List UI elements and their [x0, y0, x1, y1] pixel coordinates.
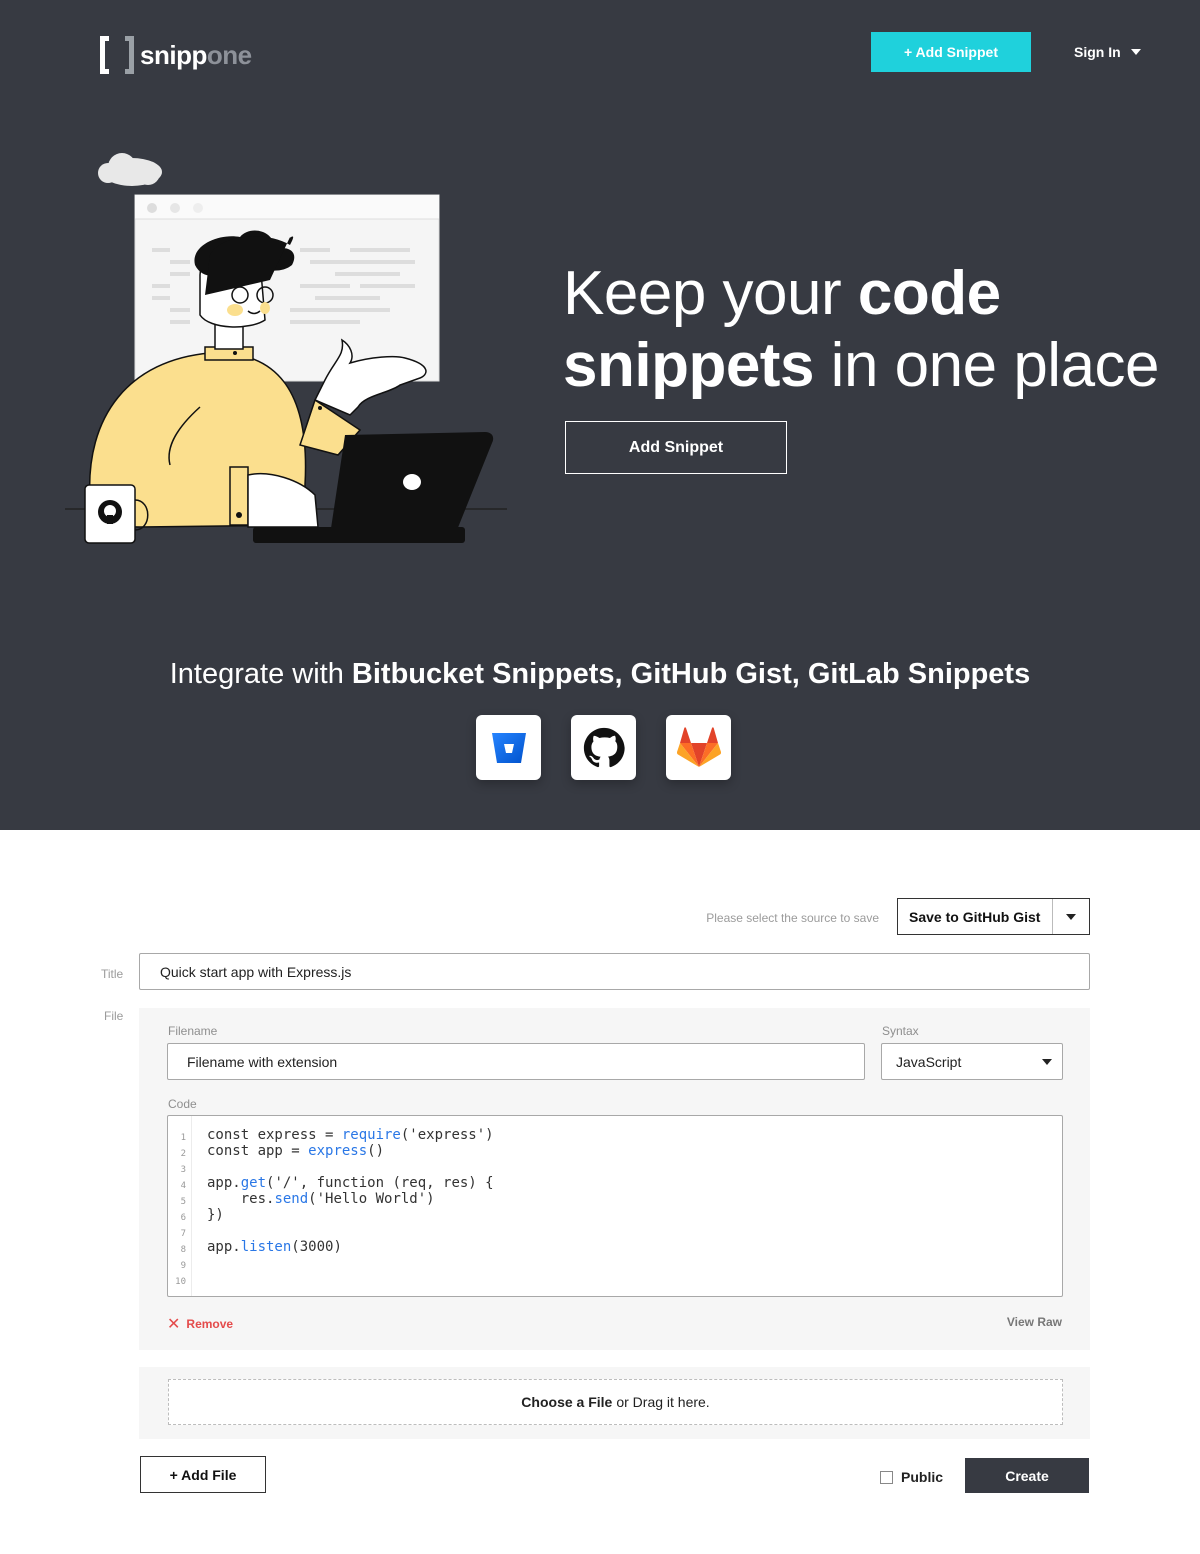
line-number: 7: [180, 1229, 186, 1239]
code-line: app.listen(3000): [207, 1239, 342, 1255]
title-label: Title: [101, 967, 124, 981]
view-raw-link[interactable]: View Raw: [1007, 1315, 1062, 1329]
syntax-select[interactable]: JavaScript: [881, 1043, 1063, 1080]
public-label: Public: [901, 1469, 944, 1485]
file-drop-card: Choose a File or Drag it here.: [139, 1367, 1090, 1439]
file-card: Filename Syntax JavaScript Code 1 2 3 4 …: [139, 1008, 1090, 1350]
code-line: app.get('/', function (req, res) {: [207, 1175, 494, 1191]
line-number: 5: [180, 1197, 186, 1207]
cloud-icon: [98, 153, 162, 186]
logo-text: snippone: [140, 39, 252, 70]
file-label: File: [104, 1009, 124, 1023]
line-number: 9: [180, 1261, 186, 1271]
public-checkbox[interactable]: [880, 1470, 893, 1484]
create-button[interactable]: Create: [965, 1458, 1089, 1493]
gitlab-icon[interactable]: [666, 715, 731, 780]
line-number: 4: [180, 1181, 186, 1191]
hero-section: snippone + Add Snippet Sign In Keep your…: [0, 0, 1200, 830]
developer-illustration: [65, 153, 507, 544]
drop-hint: or Drag it here.: [616, 1394, 710, 1410]
line-number: 1: [180, 1133, 186, 1143]
remove-label: Remove: [186, 1317, 234, 1331]
logo[interactable]: snippone: [100, 36, 252, 74]
close-icon: ✕: [167, 1316, 181, 1333]
line-number: 8: [180, 1245, 186, 1255]
syntax-select-value: JavaScript: [896, 1053, 962, 1070]
source-prompt: Please select the source to save: [706, 911, 879, 925]
choose-file-link[interactable]: Choose a File: [521, 1394, 612, 1410]
snippet-form: Please select the source to save Save to…: [0, 830, 1200, 1554]
github-mug-icon: [98, 500, 122, 524]
sign-in-label: Sign In: [1074, 44, 1121, 60]
github-icon[interactable]: [571, 715, 636, 780]
add-snippet-nav-button[interactable]: + Add Snippet: [871, 32, 1031, 72]
chevron-down-icon: [1130, 49, 1141, 55]
chevron-down-icon: [1066, 913, 1076, 920]
source-dropdown-toggle[interactable]: [1052, 899, 1089, 934]
code-editor[interactable]: 1 2 3 4 5 6 7 8 9 10 const express = req…: [167, 1115, 1063, 1297]
code-line: const express = require('express'): [207, 1127, 494, 1143]
source-select[interactable]: Save to GitHub Gist: [897, 898, 1090, 935]
integrations-heading: Integrate with Bitbucket Snippets, GitHu…: [169, 658, 1031, 690]
code-line: const app = express(): [207, 1143, 385, 1159]
integrations-list: [476, 715, 731, 780]
code-line: res.send('Hello World'): [207, 1191, 435, 1207]
line-number: 10: [175, 1277, 186, 1287]
add-file-button[interactable]: + Add File: [140, 1456, 266, 1493]
add-snippet-hero-button[interactable]: Add Snippet: [565, 421, 787, 474]
file-drop-zone[interactable]: Choose a File or Drag it here.: [168, 1379, 1063, 1425]
line-numbers: 1 2 3 4 5 6 7 8 9 10: [168, 1116, 192, 1296]
line-number: 3: [180, 1165, 186, 1175]
hero-headline: Keep your code snippets in one place: [563, 259, 1160, 400]
line-number: 2: [180, 1149, 186, 1159]
code-line: }): [207, 1207, 224, 1223]
remove-file-button[interactable]: ✕ Remove: [167, 1314, 233, 1334]
chevron-down-icon: [1042, 1058, 1052, 1065]
code-label: Code: [168, 1097, 197, 1111]
title-input[interactable]: [139, 953, 1090, 990]
sign-in-menu[interactable]: Sign In: [1074, 44, 1141, 60]
line-number: 6: [180, 1213, 186, 1223]
code-lines[interactable]: const express = require('express') const…: [192, 1116, 494, 1296]
logo-bracket-icon: [100, 36, 134, 74]
filename-input[interactable]: [167, 1043, 865, 1080]
public-toggle[interactable]: Public: [880, 1469, 943, 1485]
syntax-label: Syntax: [882, 1024, 919, 1038]
bitbucket-icon[interactable]: [476, 715, 541, 780]
filename-label: Filename: [168, 1024, 218, 1038]
source-select-value: Save to GitHub Gist: [909, 908, 1041, 925]
